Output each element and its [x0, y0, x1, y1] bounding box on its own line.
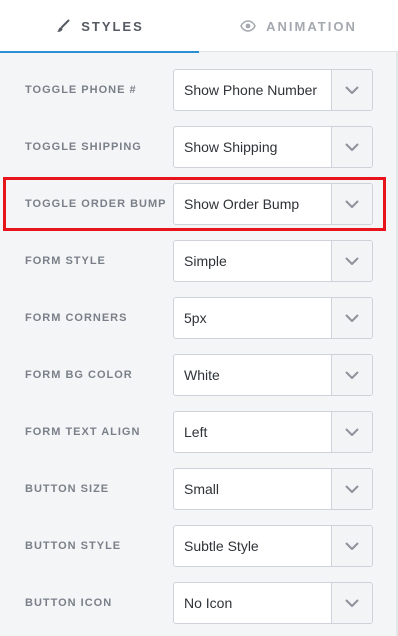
setting-label: TOGGLE SHIPPING — [25, 141, 142, 153]
tab-animation-label: ANIMATION — [266, 18, 357, 34]
chevron-down-icon[interactable] — [332, 469, 372, 509]
button-icon-select[interactable]: No Icon — [173, 582, 373, 624]
eye-icon — [240, 18, 256, 34]
select-value: No Icon — [184, 595, 233, 611]
select-value: Show Phone Number — [184, 82, 318, 98]
setting-label: FORM BG COLOR — [25, 369, 133, 381]
setting-row-button-size: BUTTON SIZE Small — [0, 468, 396, 510]
select-value: Left — [184, 424, 208, 440]
select-value: Show Shipping — [184, 139, 278, 155]
setting-row-toggle-shipping: TOGGLE SHIPPING Show Shipping — [0, 126, 396, 168]
toggle-order-bump-select[interactable]: Show Order Bump — [173, 183, 373, 225]
setting-row-button-icon: BUTTON ICON No Icon — [0, 582, 396, 624]
brush-icon — [55, 18, 71, 34]
tab-styles[interactable]: STYLES — [0, 0, 199, 53]
setting-label: FORM STYLE — [25, 255, 106, 267]
form-bg-color-select[interactable]: White — [173, 354, 373, 396]
setting-row-button-style: BUTTON STYLE Subtle Style — [0, 525, 396, 567]
chevron-down-icon[interactable] — [332, 583, 372, 623]
setting-label: BUTTON ICON — [25, 597, 113, 609]
setting-label: FORM CORNERS — [25, 312, 128, 324]
toggle-shipping-select[interactable]: Show Shipping — [173, 126, 373, 168]
setting-row-form-text-align: FORM TEXT ALIGN Left — [0, 411, 396, 453]
form-text-align-select[interactable]: Left — [173, 411, 373, 453]
setting-label: FORM TEXT ALIGN — [25, 426, 141, 438]
chevron-down-icon[interactable] — [332, 298, 372, 338]
setting-row-toggle-order-bump: TOGGLE ORDER BUMP Show Order Bump — [0, 183, 396, 225]
button-style-select[interactable]: Subtle Style — [173, 525, 373, 567]
toggle-phone-select[interactable]: Show Phone Number — [173, 69, 373, 111]
setting-row-form-bg-color: FORM BG COLOR White — [0, 354, 396, 396]
select-value: Small — [184, 481, 220, 497]
chevron-down-icon[interactable] — [332, 184, 372, 224]
select-value: Simple — [184, 253, 227, 269]
form-corners-select[interactable]: 5px — [173, 297, 373, 339]
form-style-select[interactable]: Simple — [173, 240, 373, 282]
chevron-down-icon[interactable] — [332, 127, 372, 167]
tab-bar: STYLES ANIMATION — [0, 0, 398, 53]
select-value: White — [184, 367, 220, 383]
button-size-select[interactable]: Small — [173, 468, 373, 510]
select-value: 5px — [184, 310, 207, 326]
setting-label: TOGGLE ORDER BUMP — [25, 198, 167, 210]
setting-label: TOGGLE PHONE # — [25, 84, 137, 96]
chevron-down-icon[interactable] — [332, 241, 372, 281]
setting-label: BUTTON STYLE — [25, 540, 122, 552]
chevron-down-icon[interactable] — [332, 70, 372, 110]
chevron-down-icon[interactable] — [332, 526, 372, 566]
tab-styles-label: STYLES — [81, 18, 144, 34]
chevron-down-icon[interactable] — [332, 355, 372, 395]
setting-row-form-corners: FORM CORNERS 5px — [0, 297, 396, 339]
setting-row-form-style: FORM STYLE Simple — [0, 240, 396, 282]
setting-label: BUTTON SIZE — [25, 483, 110, 495]
chevron-down-icon[interactable] — [332, 412, 372, 452]
tab-animation[interactable]: ANIMATION — [199, 0, 398, 52]
setting-row-toggle-phone: TOGGLE PHONE # Show Phone Number — [0, 69, 396, 111]
select-value: Subtle Style — [184, 538, 259, 554]
select-value: Show Order Bump — [184, 196, 300, 212]
